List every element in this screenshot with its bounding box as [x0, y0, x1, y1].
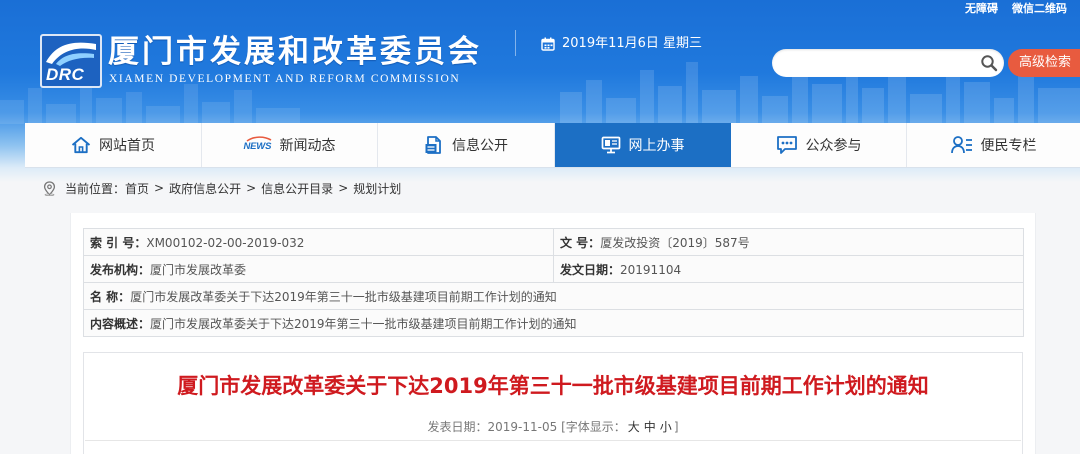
font-size-close: ] — [673, 420, 679, 434]
table-cell: 发布机构：厦门市发展改革委 — [83, 255, 554, 283]
home-icon — [71, 136, 91, 154]
document-number-label: 文 号： — [560, 235, 601, 250]
document-number-value: 厦发改投资〔2019〕587号 — [600, 235, 750, 250]
nav-item-label: 公众参与 — [805, 138, 862, 154]
breadcrumb-prefix: 当前位置： — [65, 181, 126, 196]
news-icon: NEWS — [244, 136, 274, 154]
publish-date: 2019-11-05 — [487, 420, 558, 434]
document-info-table: 索 引 号：XM00102-02-00-2019-032 文 号：厦发改投资〔2… — [83, 228, 1024, 337]
nav-item-info-disclosure[interactable]: 信息公开 — [378, 123, 555, 167]
font-size-large[interactable]: 大 — [628, 420, 640, 434]
breadcrumb-current[interactable]: 规划计划 — [353, 180, 401, 197]
table-cell: 索 引 号：XM00102-02-00-2019-032 — [83, 228, 554, 256]
user-list-icon — [950, 135, 973, 155]
name-label: 名 称： — [90, 289, 131, 304]
name-value: 厦门市发展改革委关于下达2019年第三十一批市级基建项目前期工作计划的通知 — [130, 289, 557, 304]
chat-icon — [776, 135, 798, 155]
nav-item-label: 信息公开 — [452, 138, 508, 154]
nav-item-label: 网站首页 — [99, 138, 155, 154]
table-cell: 内容概述：厦门市发展改革委关于下达2019年第三十一批市级基建项目前期工作计划的… — [83, 309, 1024, 337]
table-cell: 名 称：厦门市发展改革委关于下达2019年第三十一批市级基建项目前期工作计划的通… — [83, 282, 1024, 310]
search-box — [772, 49, 1004, 77]
breadcrumb-gov-info[interactable]: 政府信息公开 — [169, 180, 241, 197]
article-divider — [85, 440, 1021, 441]
nav-item-public-participation[interactable]: 公众参与 — [731, 123, 907, 167]
site-subtitle: XIAMEN DEVELOPMENT AND REFORM COMMISSION — [109, 73, 461, 85]
summary-value: 厦门市发展改革委关于下达2019年第三十一批市级基建项目前期工作计划的通知 — [150, 316, 577, 331]
font-size-small[interactable]: 小 — [660, 420, 672, 434]
search-input[interactable] — [784, 53, 978, 75]
breadcrumb: 当前位置： 首页 > 政府信息公开 > 信息公开目录 > 规划计划 — [43, 179, 401, 197]
table-cell: 发文日期：20191104 — [553, 255, 1024, 283]
calendar-icon — [541, 37, 555, 51]
publisher-label: 发布机构： — [90, 262, 151, 277]
nav-item-news[interactable]: NEWS 新闻动态 — [202, 123, 378, 167]
nav-item-online-services[interactable]: 网上办事 — [555, 123, 731, 167]
current-date: 2019年11月6日 星期三 — [562, 36, 703, 51]
publish-date-label: 发表日期： — [427, 420, 488, 434]
news-icon-text: NEWS — [243, 141, 272, 152]
issue-date-value: 20191104 — [620, 262, 682, 277]
article-title: 厦门市发展改革委关于下达2019年第三十一批市级基建项目前期工作计划的通知 — [177, 374, 929, 398]
nav-item-convenience[interactable]: 便民专栏 — [907, 123, 1080, 167]
nav-item-label: 新闻动态 — [279, 138, 336, 154]
site-logo[interactable]: DRC — [40, 34, 102, 88]
index-number-label: 索 引 号： — [90, 235, 147, 250]
main-nav: 网站首页 NEWS 新闻动态 信息公开 网上办事 公众参与 便民专栏 — [25, 123, 1080, 168]
table-row: 发布机构：厦门市发展改革委 发文日期：20191104 — [83, 255, 1024, 283]
summary-label: 内容概述： — [90, 316, 151, 331]
wechat-qrcode-link[interactable]: 微信二维码 — [1012, 2, 1067, 16]
font-size-label: [字体显示： — [561, 420, 626, 434]
breadcrumb-home[interactable]: 首页 — [125, 180, 149, 197]
font-size-medium[interactable]: 中 — [644, 420, 656, 434]
table-row: 内容概述：厦门市发展改革委关于下达2019年第三十一批市级基建项目前期工作计划的… — [83, 309, 1024, 337]
document-icon — [424, 135, 444, 155]
breadcrumb-info-catalog[interactable]: 信息公开目录 — [261, 180, 333, 197]
header-divider — [515, 30, 516, 56]
table-row: 索 引 号：XM00102-02-00-2019-032 文 号：厦发改投资〔2… — [83, 228, 1024, 256]
breadcrumb-separator: > — [338, 181, 349, 195]
article-container — [83, 352, 1023, 454]
publisher-value: 厦门市发展改革委 — [150, 262, 247, 277]
location-icon — [43, 180, 56, 196]
article-meta: 发表日期：2019-11-05 [字体显示：大中小] — [83, 419, 1023, 435]
table-row: 名 称：厦门市发展改革委关于下达2019年第三十一批市级基建项目前期工作计划的通… — [83, 282, 1024, 310]
monitor-icon — [601, 136, 621, 154]
issue-date-label: 发文日期： — [560, 262, 621, 277]
breadcrumb-separator: > — [246, 181, 257, 195]
nav-item-label: 便民专栏 — [980, 138, 1037, 154]
breadcrumb-separator: > — [154, 181, 165, 195]
advanced-search-button[interactable]: 高级检索 — [1008, 49, 1080, 77]
logo-text: DRC — [46, 65, 85, 84]
nav-item-home[interactable]: 网站首页 — [25, 123, 202, 167]
index-number-value: XM00102-02-00-2019-032 — [146, 235, 305, 250]
nav-item-label: 网上办事 — [628, 138, 685, 154]
accessibility-link[interactable]: 无障碍 — [965, 2, 998, 16]
table-cell: 文 号：厦发改投资〔2019〕587号 — [553, 228, 1024, 256]
site-title: 厦门市发展和改革委员会 — [108, 34, 482, 70]
search-icon[interactable] — [980, 54, 998, 72]
